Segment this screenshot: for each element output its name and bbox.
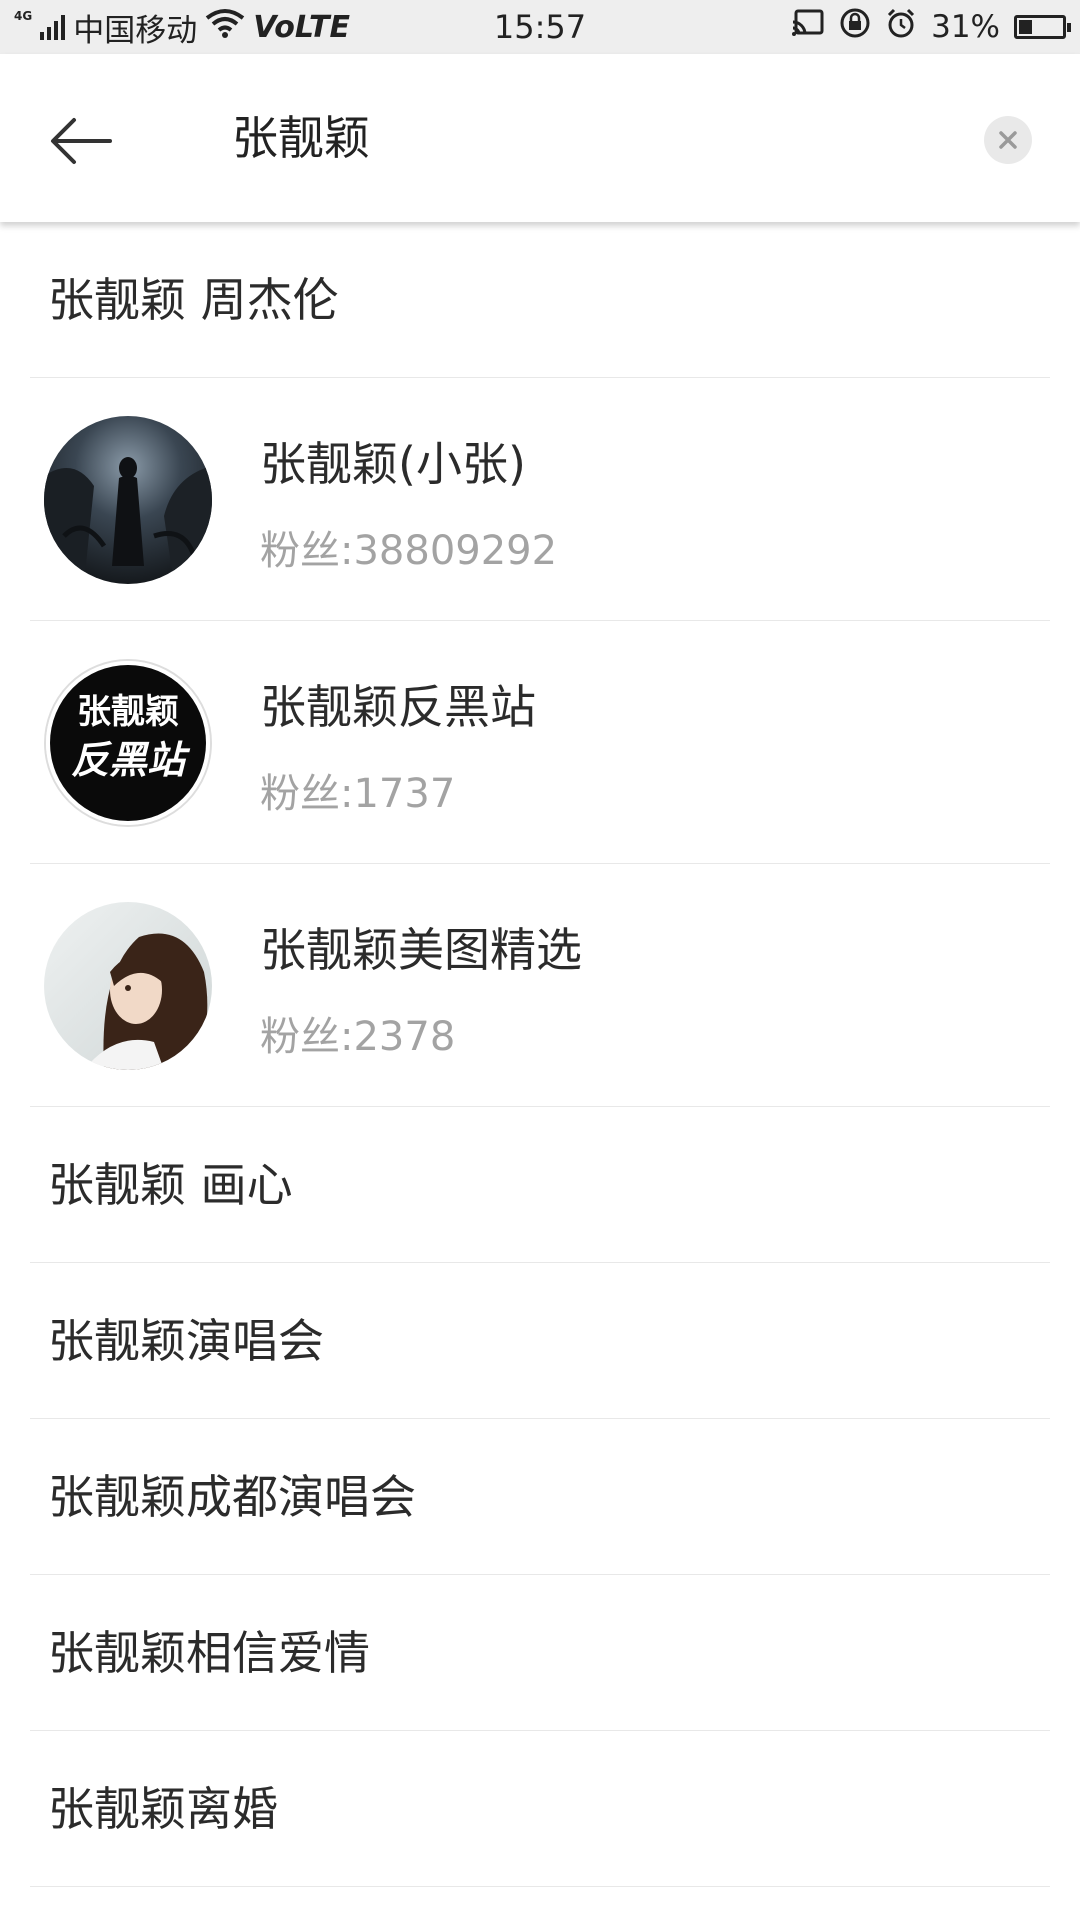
suggestion-label: 张靓颖离婚: [48, 1782, 278, 1836]
avatar[interactable]: 张靓颖 反黑站: [44, 659, 212, 827]
close-icon: [999, 131, 1017, 149]
suggestion-label: 张靓颖 画心: [48, 1158, 293, 1212]
avatar-logo-text-top: 张靓颖: [77, 692, 179, 732]
rotation-lock-icon: [839, 7, 871, 47]
clear-search-button[interactable]: [984, 116, 1032, 164]
user-result-item[interactable]: 张靓颖(小张) 粉丝:38809292: [30, 378, 1050, 621]
user-name: 张靓颖反黑站: [260, 680, 536, 734]
cast-icon: [791, 8, 825, 46]
user-fans-count: 粉丝:2378: [260, 1014, 456, 1060]
user-fans-count: 粉丝:1737: [260, 771, 456, 817]
user-result-item[interactable]: 张靓颖 反黑站 张靓颖反黑站 粉丝:1737: [30, 621, 1050, 864]
alarm-icon: [885, 7, 917, 47]
search-results-list: 张靓颖 周杰伦 张靓颖(小张) 粉丝:38809292 张靓颖 反黑站 张靓颖反…: [0, 222, 1080, 1887]
user-name: 张靓颖美图精选: [260, 923, 582, 977]
user-fans-count: 粉丝:38809292: [260, 528, 558, 574]
suggestion-label: 张靓颖 周杰伦: [48, 273, 339, 327]
search-header: 张靓颖: [0, 54, 1080, 222]
suggestion-item[interactable]: 张靓颖演唱会: [30, 1263, 1050, 1419]
suggestion-label: 张靓颖演唱会: [48, 1314, 324, 1368]
status-bar: 4G 中国移动 VoLTE 15:57 31%: [0, 0, 1080, 54]
suggestion-item[interactable]: 张靓颖相信爱情: [30, 1575, 1050, 1731]
suggestion-item[interactable]: 张靓颖离婚: [30, 1731, 1050, 1887]
avatar[interactable]: [44, 902, 212, 1070]
suggestion-label: 张靓颖相信爱情: [48, 1626, 370, 1680]
back-arrow-icon: [51, 118, 112, 164]
battery-icon: [1014, 15, 1071, 39]
suggestion-item[interactable]: 张靓颖 画心: [30, 1107, 1050, 1263]
status-right: 31%: [791, 0, 1071, 54]
avatar[interactable]: [44, 416, 212, 584]
search-input[interactable]: 张靓颖: [232, 54, 370, 222]
user-result-item[interactable]: 张靓颖美图精选 粉丝:2378: [30, 864, 1050, 1107]
suggestion-label: 张靓颖成都演唱会: [48, 1470, 416, 1524]
battery-percent: 31%: [931, 9, 1000, 45]
suggestion-item[interactable]: 张靓颖 周杰伦: [30, 222, 1050, 378]
suggestion-item[interactable]: 张靓颖成都演唱会: [30, 1419, 1050, 1575]
avatar-logo-text-bottom: 反黑站: [71, 737, 191, 782]
user-name: 张靓颖(小张): [260, 437, 526, 491]
back-button[interactable]: [44, 104, 118, 178]
